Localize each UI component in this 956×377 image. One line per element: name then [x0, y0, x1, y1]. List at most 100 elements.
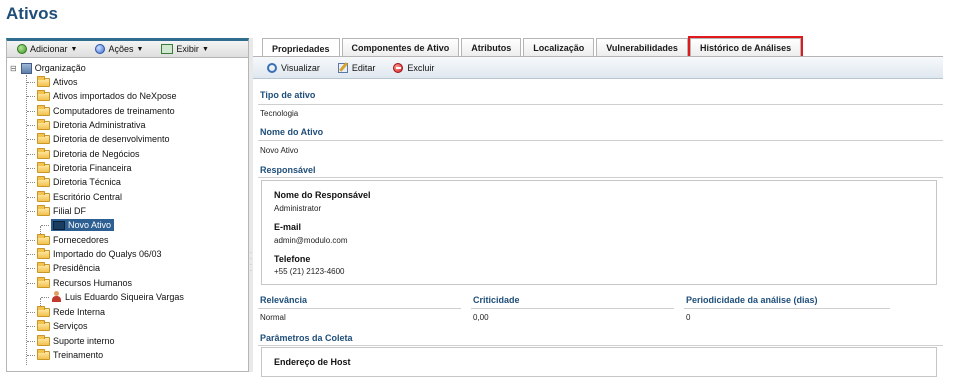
tree-item-filial-df[interactable]: Filial DF	[27, 204, 86, 218]
tree-item[interactable]: Escritório Central	[27, 190, 122, 204]
folder-icon	[37, 348, 50, 360]
tree-item-label: Ativos importados do NeXpose	[53, 91, 177, 101]
view-button[interactable]: Visualizar	[267, 62, 320, 73]
tab-localizacao[interactable]: Localização	[523, 38, 595, 57]
tree-item[interactable]: Computadores de treinamento	[27, 104, 175, 118]
asset-icon	[53, 220, 65, 230]
divider	[258, 345, 943, 346]
tab-atributos[interactable]: Atributos	[461, 38, 522, 57]
tree-item-label: Diretoria Técnica	[53, 177, 121, 187]
folder-icon	[37, 161, 50, 173]
tree-item-label: Rede Interna	[53, 307, 106, 317]
view-menu-button[interactable]: Exibir ▼	[161, 44, 209, 54]
phone-value: +55 (21) 2123-4600	[274, 267, 345, 276]
tree-item-label: Suporte interno	[53, 336, 115, 346]
tree-item-label: Novo Ativo	[68, 220, 112, 230]
tree-item[interactable]: Diretoria Administrativa	[27, 118, 146, 132]
folder-icon	[37, 89, 50, 101]
edit-button[interactable]: Editar	[337, 62, 376, 73]
tree-item-label: Importado do Qualys 06/03	[53, 249, 162, 259]
actions-menu-button[interactable]: Ações ▼	[95, 44, 143, 54]
tree-item[interactable]: Diretoria de Negócios	[27, 147, 140, 161]
splitter-grip-icon[interactable]: · · · ·	[250, 250, 252, 276]
folder-icon	[37, 305, 50, 317]
periodicity-label: Periodicidade da análise (dias)	[686, 295, 818, 305]
tree-item[interactable]: Diretoria de desenvolvimento	[27, 132, 170, 146]
tree-item[interactable]: Ativos importados do NeXpose	[27, 89, 177, 103]
tree-item[interactable]: Fornecedores	[27, 233, 109, 247]
add-menu-label: Adicionar	[30, 44, 68, 54]
edit-button-label: Editar	[351, 62, 376, 73]
asset-name-value: Novo Ativo	[260, 146, 299, 155]
host-address-label: Endereço de Host	[274, 357, 351, 367]
asset-name-label: Nome do Ativo	[260, 127, 324, 137]
folder-icon	[37, 118, 50, 130]
tree-item-label: Luis Eduardo Siqueira Vargas	[65, 292, 184, 302]
tab-bar: Propriedades Componentes de Ativo Atribu…	[262, 36, 804, 59]
tree-item-label: Serviços	[53, 321, 88, 331]
folder-icon	[37, 247, 50, 259]
caret-down-icon: ▼	[136, 45, 144, 53]
divider	[258, 308, 461, 309]
add-menu-button[interactable]: Adicionar ▼	[17, 44, 77, 54]
email-label: E-mail	[274, 222, 302, 232]
tab-propriedades[interactable]: Propriedades	[262, 38, 340, 58]
tree-item-person[interactable]: Luis Eduardo Siqueira Vargas	[41, 290, 184, 304]
tab-vulnerabilidades[interactable]: Vulnerabilidades	[596, 38, 688, 57]
tree-item[interactable]: Treinamento	[27, 348, 103, 362]
responsible-label: Responsável	[260, 165, 316, 175]
tree-toolbar: Adicionar ▼ Ações ▼ Exibir ▼	[7, 41, 248, 58]
tree-root-label: Organização	[34, 63, 86, 73]
folder-icon	[37, 147, 50, 159]
folder-icon	[37, 276, 50, 288]
divider	[258, 104, 943, 105]
tree-item-label: Computadores de treinamento	[53, 106, 175, 116]
tree-item-novo-ativo[interactable]: Novo Ativo	[41, 218, 115, 232]
collection-box: Endereço de Host	[261, 347, 937, 377]
divider	[258, 177, 943, 178]
folder-icon	[37, 319, 50, 331]
tree-item[interactable]: Diretoria Financeira	[27, 161, 132, 175]
tree-item[interactable]: Serviços	[27, 319, 88, 333]
page-title: Ativos	[6, 4, 58, 23]
tree-item[interactable]: Diretoria Técnica	[27, 175, 121, 189]
tab-historico-de-analises[interactable]: Histórico de Análises	[687, 36, 804, 59]
delete-button[interactable]: Excluir	[393, 62, 434, 73]
divider	[258, 140, 943, 141]
asset-type-value: Tecnologia	[260, 109, 299, 118]
selected-node[interactable]: Novo Ativo	[51, 219, 115, 231]
tree-item-label: Filial DF	[53, 206, 86, 216]
person-icon	[51, 291, 62, 303]
add-icon	[17, 44, 27, 54]
magnifier-icon	[267, 62, 277, 73]
periodicity-value: 0	[686, 313, 691, 322]
responsible-name-value: Administrator	[274, 204, 322, 213]
panel-splitter[interactable]	[249, 38, 253, 372]
tab-componentes-de-ativo[interactable]: Componentes de Ativo	[341, 38, 460, 57]
relevance-value: Normal	[260, 313, 286, 322]
edit-icon	[337, 62, 348, 73]
email-value: admin@modulo.com	[274, 236, 348, 245]
criticality-value: 0,00	[473, 313, 489, 322]
folder-icon	[37, 233, 50, 245]
caret-down-icon: ▼	[70, 45, 78, 53]
tree-item[interactable]: Recursos Humanos	[27, 276, 132, 290]
tree-root-organizacao[interactable]: ⊟ Organização	[10, 61, 86, 75]
relevance-label: Relevância	[260, 295, 308, 305]
delete-icon	[393, 62, 404, 73]
tree-item[interactable]: Presidência	[27, 261, 100, 275]
tree-item-label: Diretoria de Negócios	[53, 149, 140, 159]
divider	[684, 308, 890, 309]
tree-item[interactable]: Ativos	[27, 75, 78, 89]
tree-item-label: Ativos	[53, 77, 78, 87]
tree-item-label: Diretoria Administrativa	[53, 120, 146, 130]
tree-item[interactable]: Rede Interna	[27, 305, 105, 319]
phone-label: Telefone	[274, 254, 311, 264]
tree-item[interactable]: Importado do Qualys 06/03	[27, 247, 162, 261]
tree-item[interactable]: Suporte interno	[27, 334, 115, 348]
collapse-icon[interactable]: ⊟	[10, 64, 17, 73]
folder-icon	[37, 190, 50, 202]
collection-params-label: Parâmetros da Coleta	[260, 333, 353, 343]
tree-item-label: Recursos Humanos	[53, 278, 133, 288]
folder-icon	[37, 132, 50, 144]
